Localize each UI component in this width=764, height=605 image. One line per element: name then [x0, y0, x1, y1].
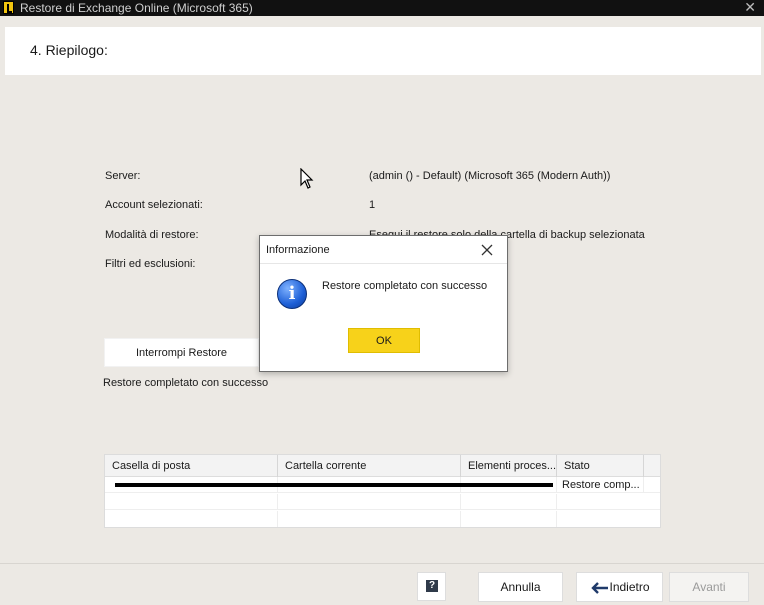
column-processed-items[interactable]: Elementi proces... [461, 455, 557, 477]
accounts-label: Account selezionati: [105, 199, 203, 211]
column-mailbox[interactable]: Casella di posta [105, 455, 278, 477]
back-button-label: Indietro [609, 580, 650, 594]
stop-restore-button[interactable]: Interrompi Restore [104, 338, 259, 367]
table-row [105, 511, 660, 527]
wizard-header: 4. Riepilogo: [5, 27, 761, 75]
column-current-folder[interactable]: Cartella corrente [278, 455, 461, 477]
app-logo-icon [3, 1, 14, 14]
information-dialog: Informazione i Restore completato con su… [259, 235, 508, 372]
page-title: 4. Riepilogo: [30, 42, 108, 58]
info-icon: i [277, 279, 307, 309]
filters-label: Filtri ed esclusioni: [105, 258, 196, 270]
ok-button[interactable]: OK [348, 328, 420, 353]
accounts-value: 1 [369, 199, 376, 211]
server-label: Server: [105, 170, 141, 182]
title-bar: Restore di Exchange Online (Microsoft 36… [0, 0, 764, 16]
table-row [105, 494, 660, 510]
empty-cell [278, 494, 461, 510]
arrow-left-icon [591, 582, 608, 594]
dialog-close-icon[interactable] [481, 244, 493, 256]
window-close-button[interactable]: ✕ [744, 0, 756, 15]
empty-cell [105, 494, 278, 510]
cell-status: Restore comp... [557, 477, 644, 493]
dialog-title: Informazione [266, 244, 330, 256]
server-value: (admin () - Default) (Microsoft 365 (Mod… [369, 170, 611, 182]
dialog-message: Restore completato con successo [322, 280, 488, 292]
progress-table: Casella di posta Cartella corrente Eleme… [104, 454, 661, 528]
window-title: Restore di Exchange Online (Microsoft 36… [20, 1, 253, 15]
wizard-footer: ? Annulla Indietro Avanti [0, 563, 764, 605]
empty-cell [278, 511, 461, 527]
back-button[interactable]: Indietro [576, 572, 663, 602]
table-header: Casella di posta Cartella corrente Eleme… [105, 455, 660, 477]
empty-cell [461, 494, 557, 510]
mouse-cursor-icon [300, 168, 314, 189]
cancel-button[interactable]: Annulla [478, 572, 563, 602]
redaction-bar [115, 483, 553, 487]
restore-status-text: Restore completato con successo [103, 377, 269, 389]
next-button[interactable]: Avanti [669, 572, 749, 602]
empty-cell [105, 511, 278, 527]
empty-cell [461, 511, 557, 527]
table-row[interactable]: Restore comp... [105, 477, 660, 493]
column-status[interactable]: Stato [557, 455, 644, 477]
help-button[interactable]: ? [417, 572, 446, 601]
restore-mode-label: Modalità di restore: [105, 229, 199, 241]
help-icon: ? [426, 580, 438, 592]
dialog-title-bar: Informazione [260, 236, 507, 264]
